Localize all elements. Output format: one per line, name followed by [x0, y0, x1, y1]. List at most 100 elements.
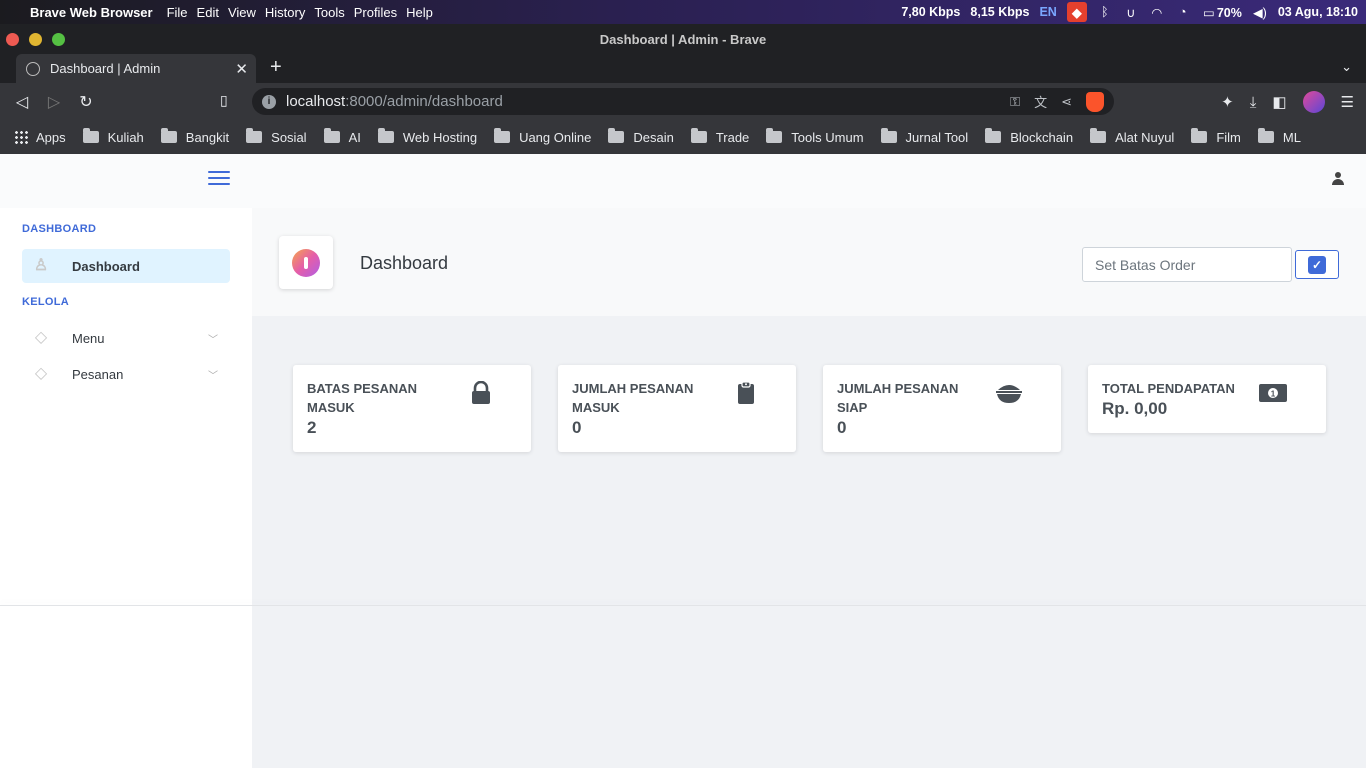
menu-edit[interactable]: Edit: [197, 5, 219, 20]
bookmark-folder[interactable]: Film: [1191, 128, 1241, 145]
page-title-bar: Dashboard ✓: [252, 208, 1366, 316]
menu-help[interactable]: Help: [406, 5, 433, 20]
reload-icon[interactable]: ↻: [70, 92, 102, 112]
share-icon[interactable]: ⋖: [1061, 94, 1072, 110]
forward-arrow-icon[interactable]: ▷: [38, 92, 70, 112]
bookmark-label: ML: [1282, 129, 1301, 145]
bookmark-folder[interactable]: Sosial: [246, 128, 307, 145]
language-indicator[interactable]: EN: [1039, 5, 1056, 19]
menu-tools[interactable]: Tools: [314, 5, 344, 20]
battery-indicator[interactable]: ▭ 70%: [1201, 5, 1242, 20]
card-title: JUMLAH PESANAN MASUK: [572, 381, 694, 415]
bookmark-folder[interactable]: Jurnal Tool: [880, 128, 968, 145]
battery-icon: ▭: [1202, 5, 1215, 20]
content-divider: [0, 605, 1366, 606]
bookmark-label: Bangkit: [185, 129, 230, 145]
globe-icon: [26, 61, 40, 76]
sidebar-item-menu[interactable]: ◇ Menu ﹀: [22, 321, 230, 355]
back-arrow-icon[interactable]: ◁: [6, 92, 38, 112]
bookmark-folder[interactable]: Tools Umum: [766, 128, 864, 145]
bookmark-label: Trade: [715, 129, 750, 145]
bookmark-label: Film: [1216, 129, 1241, 145]
sidebar-toggle-icon[interactable]: ◧: [1272, 93, 1286, 111]
volume-icon[interactable]: ◀): [1252, 5, 1268, 20]
folder-icon: [1257, 128, 1274, 143]
app-header: [0, 154, 1366, 208]
app-name[interactable]: Brave Web Browser: [30, 5, 153, 20]
magnet-icon[interactable]: ∪: [1123, 5, 1139, 20]
diamond-icon: ◇: [34, 329, 48, 346]
user-icon[interactable]: [1332, 172, 1344, 186]
url-path: :8000/admin/dashboard: [345, 93, 503, 110]
system-menu-bar: Brave Web Browser File Edit View History…: [0, 0, 1366, 24]
bluetooth-icon[interactable]: ᛒ: [1097, 5, 1113, 19]
sidebar-item-label: Menu: [72, 330, 105, 346]
bookmark-folder[interactable]: Uang Online: [494, 128, 591, 145]
bookmark-folder[interactable]: Bangkit: [160, 128, 230, 145]
window-title: Dashboard | Admin - Brave: [599, 31, 767, 47]
card-value: 0: [572, 418, 582, 437]
page-icon-box: [279, 236, 333, 289]
download-icon[interactable]: ⤓: [1250, 94, 1257, 111]
net-download-speed: 7,80 Kbps: [901, 5, 961, 19]
set-batas-order-input[interactable]: [1082, 247, 1292, 282]
folder-icon: [880, 128, 897, 143]
clipboard-icon: [738, 381, 754, 404]
hamburger-menu-icon[interactable]: ☰: [1341, 93, 1354, 111]
card-total-pendapatan: TOTAL PENDAPATAN Rp. 0,00 1: [1088, 365, 1326, 433]
menu-view[interactable]: View: [228, 5, 256, 20]
address-bar[interactable]: i localhost:8000/admin/dashboard ⚿ 文 ⋖: [252, 88, 1114, 115]
sidebar-item-dashboard[interactable]: ♙ Dashboard: [22, 249, 230, 283]
bookmark-label: Apps: [36, 129, 66, 145]
notification-bell-icon[interactable]: ◔: [1175, 5, 1191, 19]
bookmark-folder[interactable]: Desain: [608, 128, 674, 145]
lock-icon: [472, 381, 490, 404]
card-batas-pesanan: BATAS PESANAN MASUK 2: [293, 365, 531, 452]
page-title: Dashboard: [360, 253, 449, 273]
bookmark-folder[interactable]: Alat Nuyul: [1090, 128, 1174, 145]
submit-batas-button[interactable]: ✓: [1295, 250, 1339, 279]
bookmark-label: Desain: [633, 129, 674, 145]
bookmark-folder[interactable]: Blockchain: [985, 128, 1073, 145]
tab-dashboard[interactable]: Dashboard | Admin ✕: [16, 54, 256, 83]
bookmark-folder[interactable]: AI: [323, 128, 361, 145]
folder-icon: [1090, 128, 1107, 143]
menu-profiles[interactable]: Profiles: [354, 5, 397, 20]
translate-icon[interactable]: 文: [1034, 92, 1047, 111]
chevron-down-icon: ﹀: [208, 334, 218, 346]
anydesk-icon[interactable]: ◆: [1066, 2, 1087, 22]
folder-icon: [82, 128, 99, 143]
bookmark-label: AI: [348, 129, 361, 145]
clock[interactable]: 03 Agu, 18:10: [1278, 5, 1358, 19]
card-jumlah-pesanan-masuk: JUMLAH PESANAN MASUK 0: [558, 365, 796, 452]
bookmark-label: Sosial: [271, 129, 307, 145]
brave-shields-icon[interactable]: [1086, 91, 1104, 112]
bookmark-apps[interactable]: Apps: [14, 130, 66, 145]
bookmark-folder[interactable]: ML: [1257, 128, 1301, 145]
card-title: TOTAL PENDAPATAN: [1102, 381, 1235, 396]
site-info-icon[interactable]: i: [262, 94, 276, 109]
menu-file[interactable]: File: [167, 5, 188, 20]
card-title: BATAS PESANAN MASUK: [307, 381, 418, 415]
bookmark-icon[interactable]: ▯: [220, 92, 228, 109]
tab-search-chevron-icon[interactable]: ⌄: [1341, 59, 1352, 75]
new-tab-plus-icon[interactable]: +: [270, 56, 282, 79]
card-value: 2: [307, 418, 317, 437]
folder-icon: [246, 128, 263, 143]
folder-icon: [1191, 128, 1208, 143]
tab-strip: Dashboard | Admin ✕ + ⌄: [0, 54, 1366, 83]
profile-avatar[interactable]: [1302, 91, 1325, 113]
sidebar-toggle-hamburger-icon[interactable]: [208, 171, 230, 189]
tab-close-icon[interactable]: ✕: [235, 60, 248, 78]
wifi-icon[interactable]: ◠: [1149, 5, 1165, 20]
sidebar-item-pesanan[interactable]: ◇ Pesanan ﹀: [22, 357, 230, 391]
menu-history[interactable]: History: [265, 5, 305, 20]
browser-toolbar: ◁ ▷ ↻ ▯ i localhost:8000/admin/dashboard…: [0, 83, 1366, 120]
diamond-icon: ◇: [34, 365, 48, 382]
key-icon[interactable]: ⚿: [1010, 94, 1020, 110]
bookmark-folder[interactable]: Web Hosting: [377, 128, 477, 145]
bookmark-folder[interactable]: Trade: [690, 128, 750, 145]
extensions-puzzle-icon[interactable]: ✦: [1221, 93, 1234, 111]
bookmarks-bar: Apps Kuliah Bangkit Sosial AI Web Hostin…: [0, 120, 1366, 154]
bookmark-folder[interactable]: Kuliah: [82, 128, 144, 145]
